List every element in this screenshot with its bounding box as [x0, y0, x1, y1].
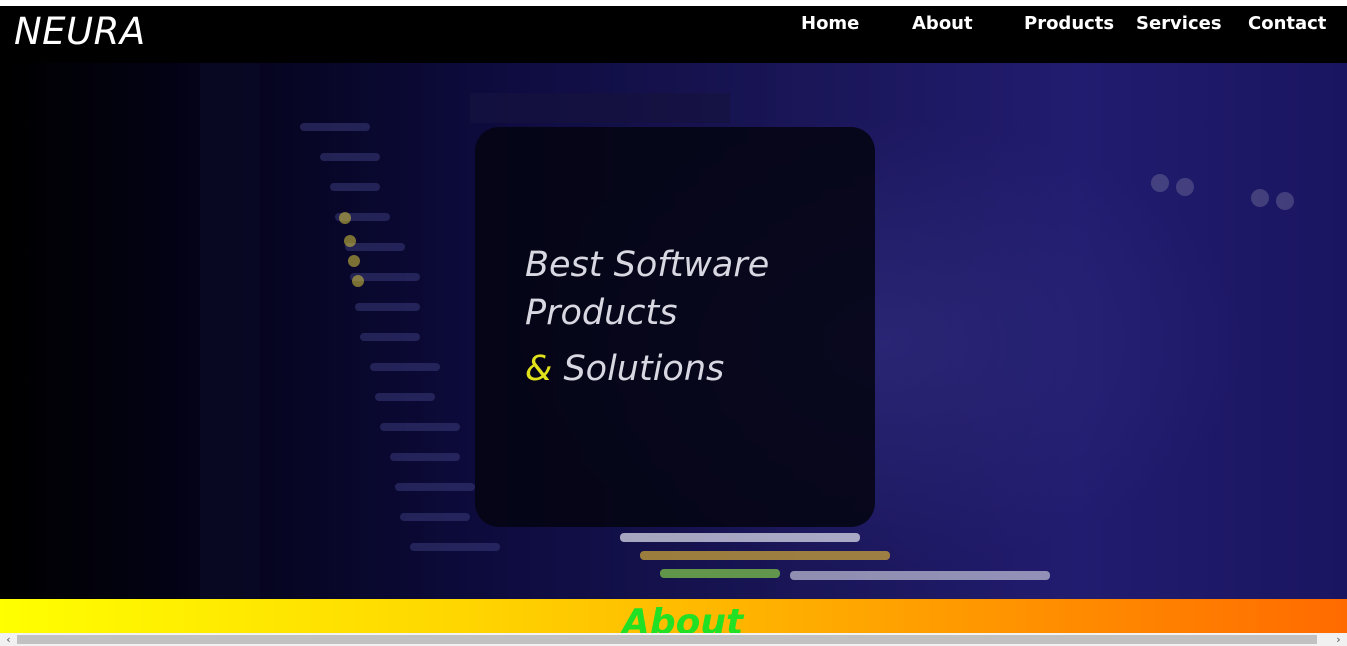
nav-link-about[interactable]: About: [912, 12, 973, 36]
nav-link-services[interactable]: Services: [1136, 12, 1222, 36]
nav-link-contact[interactable]: Contact: [1248, 12, 1326, 36]
nav-link-products[interactable]: Products: [1024, 12, 1114, 36]
chevron-left-icon[interactable]: ‹: [1, 633, 16, 646]
hero-card: Best Software Products & Solutions: [475, 127, 875, 527]
chevron-right-icon[interactable]: ›: [1331, 633, 1346, 646]
horizontal-scrollbar[interactable]: ‹ ›: [0, 633, 1347, 646]
scrollbar-thumb[interactable]: [17, 635, 1317, 644]
nav-link-home[interactable]: Home: [801, 12, 859, 36]
hero-title-line-3: & Solutions: [525, 347, 724, 391]
about-section: About: [0, 599, 1347, 633]
about-title: About: [622, 602, 744, 634]
brand-logo[interactable]: NEURA: [14, 10, 146, 54]
navbar: NEURA Home About Products Services Conta…: [0, 6, 1347, 63]
hero-title-solutions: Solutions: [563, 349, 725, 389]
hero-title-line-2: Products: [525, 293, 678, 333]
hero-section: Best Software Products & Solutions: [0, 63, 1347, 599]
hero-title-line-1: Best Software: [525, 245, 770, 285]
ampersand-accent: &: [525, 349, 553, 389]
